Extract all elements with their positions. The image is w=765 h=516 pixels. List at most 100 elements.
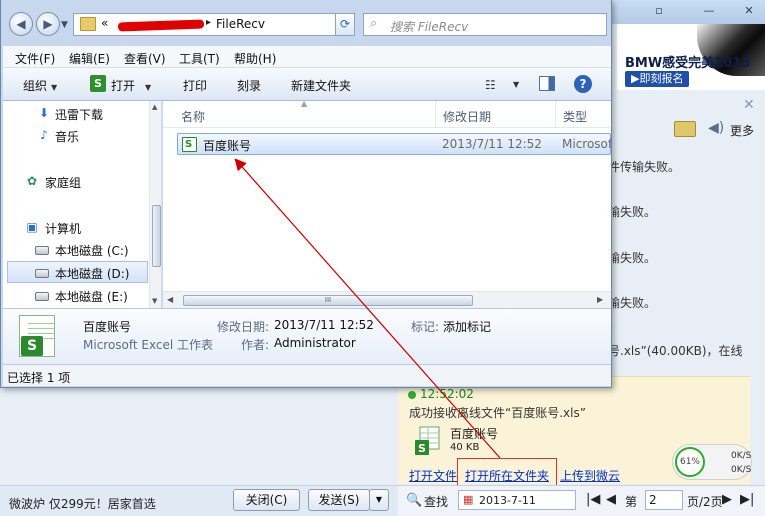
excel-file-icon[interactable]: S xyxy=(414,426,440,456)
send-button[interactable]: 发送(S) xyxy=(308,489,370,511)
chevron-icon[interactable]: « xyxy=(101,16,108,30)
history-bar: 🔍 查找 ▦ 2013-7-11 |◀ ◀ 第 2 页/2页 ▶ ▶| xyxy=(398,485,765,516)
detail-author-value[interactable]: Administrator xyxy=(274,336,356,350)
burn-button[interactable]: 刻录 xyxy=(237,77,261,94)
homegroup-icon: ✿ xyxy=(26,174,38,188)
send-options-button[interactable]: ▼ xyxy=(369,489,389,511)
speed-widget[interactable]: 61% 0K/S 0K/S xyxy=(672,444,752,480)
detail-author-label: 作者: xyxy=(241,338,270,352)
chat-input-bar: 微波炉 仅299元！居家首选 关闭(C) 发送(S) ▼ xyxy=(0,485,398,516)
page-input[interactable]: 2 xyxy=(645,490,683,510)
status-text: 已选择 1 项 xyxy=(7,371,71,385)
nav-item-drive-d[interactable]: 本地磁盘 (D:) xyxy=(7,261,148,283)
details-pane: S 百度账号 Microsoft Excel 工作表 修改日期: 2013/7/… xyxy=(3,308,611,364)
last-page-button[interactable]: ▶| xyxy=(740,492,754,507)
column-name[interactable]: 名称 xyxy=(181,108,205,125)
file-type: Microsoft Excel xyxy=(562,137,611,151)
nav-item-drive-c[interactable]: 本地磁盘 (C:) xyxy=(3,239,146,261)
chat-titlebar: ▫ — ✕ xyxy=(612,0,765,24)
dropdown-arrow-icon: ▼ xyxy=(145,83,152,92)
nav-item-homegroup[interactable]: ✿ 家庭组 xyxy=(3,171,146,193)
nav-item-computer[interactable]: ▣ 计算机 xyxy=(3,217,146,239)
search-input[interactable]: ⌕ 搜索 FileRecv xyxy=(363,13,607,36)
download-speed: 0K/S xyxy=(731,465,752,475)
detail-tags-label: 标记: xyxy=(411,320,440,334)
ad-title: BMW感受完美2013 xyxy=(625,56,751,71)
file-name: 百度账号 xyxy=(203,139,252,153)
open-file-link[interactable]: 打开文件 xyxy=(409,467,457,484)
close-button[interactable]: 关闭(C) xyxy=(233,489,300,511)
tool-folder-icon[interactable] xyxy=(674,121,696,137)
excel-file-icon xyxy=(182,137,197,152)
forward-button[interactable]: ▶ xyxy=(36,12,60,36)
nav-item-drive-e[interactable]: 本地磁盘 (E:) xyxy=(3,285,146,307)
nav-scrollbar[interactable]: ▲ ▼ xyxy=(149,101,161,308)
ad-banner[interactable]: BMW感受完美2013 ▶即刻报名 xyxy=(617,24,765,90)
excel-open-icon[interactable]: S xyxy=(90,75,106,92)
refresh-button[interactable]: ⟳ xyxy=(335,13,355,36)
scroll-left-icon[interactable]: ◀ xyxy=(167,295,173,304)
more-button[interactable]: 更多 xyxy=(730,122,754,139)
ad-text-link[interactable]: 微波炉 仅299元！居家首选 xyxy=(9,495,156,512)
restore-icon[interactable]: ▫ xyxy=(650,3,668,19)
scroll-up-icon[interactable]: ▲ xyxy=(152,103,157,111)
speaker-icon[interactable]: ◀) xyxy=(708,120,724,136)
close-icon[interactable]: ✕ xyxy=(743,97,755,113)
find-button[interactable]: 查找 xyxy=(424,493,448,510)
file-row[interactable]: 百度账号 2013/7/11 12:52 Microsoft Excel xyxy=(177,133,611,155)
next-page-button[interactable]: ▶ xyxy=(722,492,732,507)
nav-scroll-thumb[interactable] xyxy=(152,205,161,267)
drive-icon xyxy=(35,292,49,301)
excel-large-icon: S xyxy=(19,315,55,357)
calendar-icon: ▦ xyxy=(463,493,474,506)
prev-page-button[interactable]: ◀ xyxy=(606,492,616,507)
view-dropdown-icon[interactable]: ▼ xyxy=(513,80,519,89)
horizontal-scrollbar[interactable]: ◀ III ▶ xyxy=(163,291,611,308)
file-list: 名称 ▲ 修改日期 类型 百度账号 2013/7/11 12:52 Micros… xyxy=(163,101,611,308)
menu-help[interactable]: 帮助(H) xyxy=(234,50,276,67)
column-divider[interactable] xyxy=(435,101,436,128)
view-options-icon[interactable]: ☷ xyxy=(485,78,496,92)
nav-label: 迅雷下载 xyxy=(55,108,104,122)
preview-pane-icon[interactable] xyxy=(539,76,555,91)
nav-item-music[interactable]: ♪ 音乐 xyxy=(3,125,146,147)
back-button[interactable]: ◀ xyxy=(9,12,33,36)
column-divider[interactable] xyxy=(555,101,556,128)
first-page-button[interactable]: |◀ xyxy=(586,492,600,507)
column-type[interactable]: 类型 xyxy=(563,108,587,125)
scroll-right-icon[interactable]: ▶ xyxy=(597,295,603,304)
scroll-down-icon[interactable]: ▼ xyxy=(152,297,157,305)
computer-icon: ▣ xyxy=(26,220,38,234)
redacted-path xyxy=(117,19,205,32)
chat-toolbar: ◀) 更多 xyxy=(612,118,765,142)
search-icon[interactable]: 🔍 xyxy=(406,493,422,508)
music-icon: ♪ xyxy=(40,128,48,142)
column-modified[interactable]: 修改日期 xyxy=(443,108,491,125)
menu-tools[interactable]: 工具(T) xyxy=(179,50,220,67)
minimize-icon[interactable]: — xyxy=(700,3,718,19)
new-folder-button[interactable]: 新建文件夹 xyxy=(291,77,351,94)
close-window-icon[interactable]: ✕ xyxy=(740,3,758,19)
detail-file-type: Microsoft Excel 工作表 xyxy=(83,338,214,352)
menu-file[interactable]: 文件(F) xyxy=(15,50,55,67)
print-button[interactable]: 打印 xyxy=(183,77,207,94)
horizontal-scroll-thumb[interactable]: III xyxy=(183,295,473,306)
received-message: 成功接收离线文件“百度账号.xls” xyxy=(409,406,586,420)
nav-item-thunder-download[interactable]: ⬇ 迅雷下载 xyxy=(3,103,146,125)
open-button[interactable]: 打开 ▼ xyxy=(111,77,151,94)
page-label: 第 xyxy=(625,495,638,509)
detail-tags-value[interactable]: 添加标记 xyxy=(443,318,491,335)
address-bar[interactable]: « ▸ FileRecv ▾ xyxy=(73,13,373,36)
menu-edit[interactable]: 编辑(E) xyxy=(69,50,110,67)
menu-view[interactable]: 查看(V) xyxy=(124,50,166,67)
recent-pages-icon[interactable]: ▼ xyxy=(61,20,68,30)
help-icon[interactable]: ? xyxy=(574,75,592,93)
breadcrumb-folder[interactable]: FileRecv xyxy=(216,17,265,31)
chat-message: 输失败。 xyxy=(608,251,657,265)
breadcrumb-separator-icon[interactable]: ▸ xyxy=(206,17,211,28)
ad-signup-button[interactable]: ▶即刻报名 xyxy=(625,71,690,87)
nav-label: 音乐 xyxy=(55,130,80,144)
organize-button[interactable]: 组织 ▼ xyxy=(23,77,57,94)
upload-weiyun-link[interactable]: 上传到微云 xyxy=(560,467,620,484)
date-picker[interactable]: ▦ 2013-7-11 xyxy=(458,490,576,510)
